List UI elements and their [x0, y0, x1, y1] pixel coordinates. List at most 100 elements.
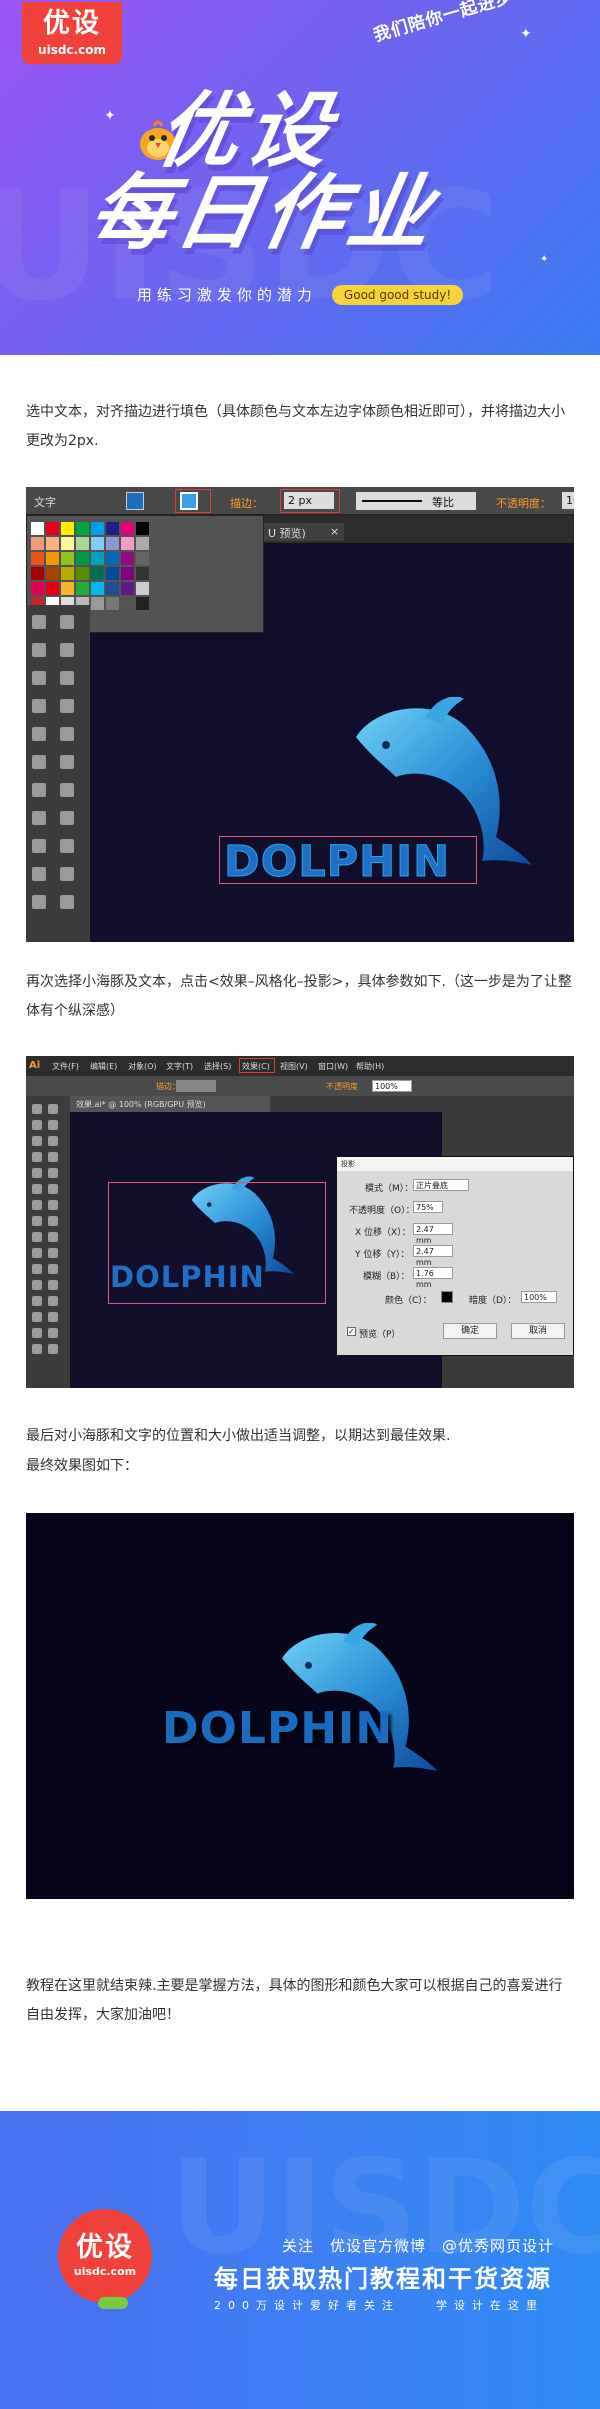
- tool-icon: [60, 671, 74, 685]
- tool-icon: [32, 1152, 42, 1162]
- color-swatch: [91, 522, 104, 535]
- tool-icon: [32, 1344, 42, 1354]
- ok-button[interactable]: 确定: [443, 1323, 497, 1339]
- stroke-field[interactable]: [176, 1080, 216, 1092]
- footer-banner: UISDC 优设 uisdc.com 关注 优设官方微博 @优秀网页设计 每日获…: [0, 2111, 600, 2409]
- tool-icon: [48, 1232, 58, 1242]
- color-swatch: [91, 597, 104, 610]
- menu-window[interactable]: 窗口(W): [318, 1061, 348, 1072]
- tool-icon: [60, 727, 74, 741]
- color-swatch: [136, 567, 149, 580]
- menu-bar: Ai 文件(F) 编辑(E) 对象(O) 文字(T) 选择(S) 效果(C) 视…: [26, 1056, 574, 1076]
- cancel-button[interactable]: 取消: [511, 1323, 565, 1339]
- tool-icon: [48, 1328, 58, 1338]
- menu-file[interactable]: 文件(F): [52, 1061, 79, 1072]
- color-swatch: [136, 537, 149, 550]
- logo-cn-text: 优设: [43, 8, 101, 39]
- tool-icon: [60, 699, 74, 713]
- tool-icon: [48, 1344, 58, 1354]
- mode-select[interactable]: 正片叠底: [413, 1179, 469, 1191]
- darkness-label: 暗度（D）：: [469, 1296, 517, 1306]
- opacity-field[interactable]: 75%: [413, 1201, 443, 1213]
- tool-icon: [32, 1296, 42, 1306]
- tool-icons[interactable]: [26, 605, 90, 942]
- color-swatch: [121, 597, 134, 610]
- control-bar: 文字 描边： 2 px 等比 不透明度： 10: [26, 487, 574, 515]
- footer-logo[interactable]: 优设 uisdc.com: [58, 2209, 152, 2303]
- menu-object[interactable]: 对象(O): [128, 1061, 157, 1072]
- menu-edit[interactable]: 编辑(E): [90, 1061, 117, 1072]
- stroke-width-highlight: [280, 489, 340, 513]
- good-study-badge: Good good study!: [331, 284, 464, 305]
- tool-icon: [32, 643, 46, 657]
- title-line-2: 每日作业: [82, 166, 443, 261]
- menu-help[interactable]: 帮助(H): [356, 1061, 384, 1072]
- color-swatch: [91, 582, 104, 595]
- tools-panel[interactable]: [26, 1096, 70, 1388]
- step-text-2: 再次选择小海豚及文本，点击<效果–风格化–投影>，具体参数如下.（这一步是为了让…: [26, 974, 572, 1019]
- tool-icon: [48, 1264, 58, 1274]
- color-swatch: [61, 552, 74, 565]
- tool-icon: [48, 1312, 58, 1322]
- color-swatch: [121, 537, 134, 550]
- final-result-image: DOLPHIN: [26, 1513, 574, 1899]
- y-offset-field[interactable]: 2.47 mm: [413, 1245, 453, 1267]
- tool-icon: [60, 839, 74, 853]
- color-swatch: [106, 552, 119, 565]
- ctrl-opacity-field[interactable]: 100%: [372, 1080, 412, 1092]
- uisdc-logo[interactable]: 优设 uisdc.com: [22, 2, 122, 64]
- footer-tagline: 200万设计爱好者关注 学设计在这里: [214, 2299, 544, 2312]
- app-icon: Ai: [29, 1060, 41, 1071]
- dialog-titlebar: 投影: [337, 1157, 573, 1171]
- color-swatch: [121, 567, 134, 580]
- menu-view[interactable]: 视图(V): [280, 1061, 308, 1072]
- dolphin-text: DOLPHIN: [110, 1260, 265, 1294]
- darkness-field[interactable]: 100%: [521, 1291, 557, 1303]
- tool-icon: [48, 1280, 58, 1290]
- preview-checkbox[interactable]: ✓: [347, 1327, 356, 1336]
- opacity-label: 不透明度：: [496, 497, 551, 510]
- tool-icon: [32, 1312, 42, 1322]
- tool-icon: [48, 1120, 58, 1130]
- color-swatch[interactable]: [441, 1291, 453, 1303]
- tool-icon: [32, 783, 46, 797]
- line-style-select[interactable]: 等比: [356, 492, 476, 510]
- step-text-4: 教程在这里就结束辣.主要是掌握方法，具体的图形和颜色大家可以根据自己的喜爱进行自…: [26, 1978, 563, 2023]
- tool-icon: [60, 755, 74, 769]
- illustrator-screenshot-stroke: 文字 描边： 2 px 等比 不透明度： 10 U 预览) ×: [26, 487, 574, 942]
- color-swatch: [121, 522, 134, 535]
- step-text-3a: 最后对小海豚和文字的位置和大小做出适当调整，以期达到最佳效果.: [26, 1428, 451, 1444]
- color-swatch: [46, 552, 59, 565]
- color-swatch: [76, 567, 89, 580]
- ctrl-opacity-label: 不透明度: [326, 1082, 358, 1091]
- menu-type[interactable]: 文字(T): [166, 1061, 193, 1072]
- tool-icon: [48, 1296, 58, 1306]
- illustrator-screenshot-shadow: Ai 文件(F) 编辑(E) 对象(O) 文字(T) 选择(S) 效果(C) 视…: [26, 1056, 574, 1388]
- doc-tab[interactable]: 效果.ai* @ 100% (RGB/GPU 预览): [70, 1096, 270, 1112]
- color-swatch: [61, 522, 74, 535]
- blur-label: 模糊（B）：: [363, 1272, 410, 1282]
- logo-en-text: uisdc.com: [38, 43, 106, 57]
- tool-icon: [48, 1104, 58, 1114]
- blur-field[interactable]: 1.76 mm: [413, 1267, 453, 1289]
- doc-tab-label: U 预览): [268, 527, 306, 540]
- menu-select[interactable]: 选择(S): [204, 1061, 231, 1072]
- tool-icon: [60, 895, 74, 909]
- slogan-text: 我们陪你一起进步: [371, 0, 516, 47]
- header-banner: UISDC 优设 uisdc.com 我们陪你一起进步 ✦ ✦ ✦ 优设 每日作…: [0, 0, 600, 355]
- drop-shadow-dialog: 投影 模式（M）： 正片叠底 不透明度（O）： 75% X 位移（X）： 2.4…: [336, 1156, 574, 1356]
- control-bar: 描边： 不透明度 100%: [26, 1076, 574, 1096]
- color-swatch: [91, 567, 104, 580]
- color-swatch: [61, 582, 74, 595]
- tools-panel: [26, 605, 90, 942]
- line-style-label: 等比: [432, 496, 454, 509]
- x-offset-field[interactable]: 2.47 mm: [413, 1223, 453, 1245]
- close-icon[interactable]: ×: [330, 525, 339, 538]
- stroke-label: 描边：: [230, 497, 263, 510]
- tool-icon: [32, 1136, 42, 1146]
- color-swatch: [121, 582, 134, 595]
- fill-swatch[interactable]: [126, 492, 144, 510]
- color-swatch: [106, 582, 119, 595]
- doc-tab[interactable]: U 预览) ×: [264, 523, 344, 541]
- opacity-field[interactable]: 10: [562, 492, 574, 509]
